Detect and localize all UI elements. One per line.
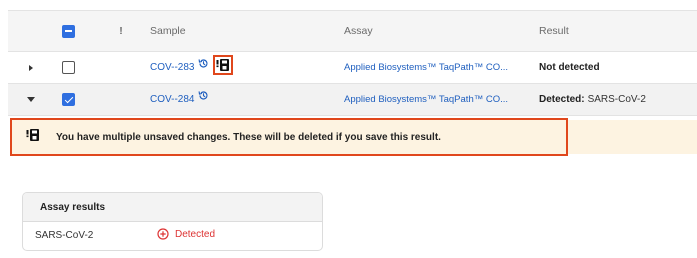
- result-value: SARS-CoV-2: [587, 94, 646, 105]
- unsaved-changes-banner: You have multiple unsaved changes. These…: [10, 118, 568, 156]
- row-select-cell[interactable]: [62, 84, 78, 115]
- result-label: Detected:: [539, 94, 585, 105]
- detected-status: Detected: [157, 228, 215, 240]
- assay-results-card: Assay results SARS-CoV-2 Detected: [22, 192, 323, 251]
- result-label: Not detected: [539, 62, 600, 73]
- chevron-right-icon: [29, 64, 33, 71]
- sample-cell: COV--284: [150, 84, 330, 115]
- sample-cell: COV--283: [150, 52, 330, 83]
- table-header-row: ! Sample Assay Result: [8, 10, 697, 52]
- history-icon[interactable]: [198, 90, 209, 104]
- row-select-checkbox[interactable]: [62, 61, 75, 74]
- sample-link[interactable]: COV--283: [150, 62, 194, 73]
- history-icon[interactable]: [198, 58, 209, 72]
- plus-circle-icon: [157, 228, 169, 240]
- assay-results-title: Assay results: [23, 193, 322, 222]
- row-select-cell[interactable]: [62, 52, 78, 83]
- assay-cell: Applied Biosystems™ TaqPath™ CO...: [344, 52, 540, 83]
- assay-cell: Applied Biosystems™ TaqPath™ CO...: [344, 84, 540, 115]
- result-cell: Detected: SARS-CoV-2: [539, 84, 697, 115]
- expand-row-button[interactable]: [22, 52, 40, 83]
- assay-link[interactable]: Applied Biosystems™ TaqPath™ CO...: [344, 62, 508, 73]
- collapse-row-button[interactable]: [22, 84, 40, 115]
- chevron-down-icon: [27, 97, 35, 102]
- select-all-cell[interactable]: [62, 11, 78, 51]
- sample-link[interactable]: COV--284: [150, 94, 194, 105]
- flag-column-header[interactable]: !: [116, 11, 126, 51]
- sample-column-header[interactable]: Sample: [150, 11, 330, 51]
- banner-message: You have multiple unsaved changes. These…: [56, 131, 441, 143]
- list-item: SARS-CoV-2 Detected: [23, 222, 322, 250]
- row-select-checkbox[interactable]: [62, 93, 75, 106]
- unsaved-changes-icon[interactable]: [213, 54, 234, 75]
- assay-target-name: SARS-CoV-2: [35, 230, 94, 241]
- assay-link[interactable]: Applied Biosystems™ TaqPath™ CO...: [344, 94, 508, 105]
- result-cell: Not detected: [539, 52, 697, 83]
- unsaved-changes-icon: [26, 128, 40, 147]
- table-row: COV--283 Applied Biosystems™ TaqPath™ CO…: [8, 52, 697, 84]
- detected-status-label: Detected: [175, 228, 216, 240]
- banner-background-extension: [568, 120, 697, 154]
- select-all-checkbox[interactable]: [62, 24, 75, 38]
- table-row: COV--284 Applied Biosystems™ TaqPath™ CO…: [8, 84, 697, 116]
- result-column-header[interactable]: Result: [539, 11, 697, 51]
- assay-column-header[interactable]: Assay: [344, 11, 540, 51]
